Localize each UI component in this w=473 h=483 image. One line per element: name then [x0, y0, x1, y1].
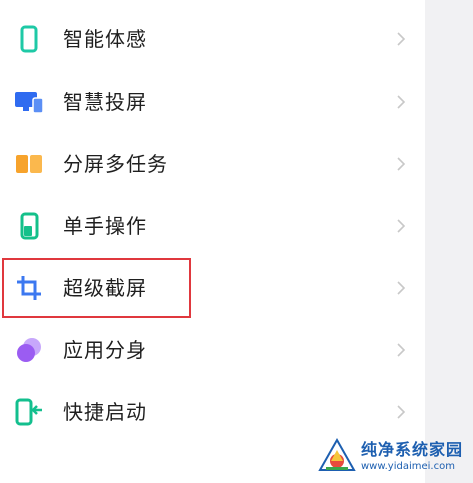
chevron-right-icon — [392, 217, 410, 235]
side-panel — [425, 0, 473, 483]
quick-launch-icon — [14, 397, 44, 427]
settings-list: 智能体感 智慧投屏 分屏多任务 单手操作 超级截屏 应用分身 快捷启动 — [0, 0, 425, 483]
setting-item-quick-launch[interactable]: 快捷启动 — [0, 381, 425, 443]
setting-item-label: 智能体感 — [63, 27, 147, 51]
split-screen-icon — [14, 149, 44, 179]
setting-item-label: 智慧投屏 — [63, 90, 147, 114]
chevron-right-icon — [392, 341, 410, 359]
highlight-box — [2, 258, 191, 318]
watermark: 纯净系统家园 www.yidaimei.com — [317, 435, 467, 479]
phone-outline-icon — [14, 24, 44, 54]
watermark-title: 纯净系统家园 — [361, 440, 464, 459]
monitor-phone-icon — [14, 87, 44, 117]
clone-circles-icon — [14, 335, 44, 365]
setting-item-app-clone[interactable]: 应用分身 — [0, 319, 425, 381]
setting-item-one-hand[interactable]: 单手操作 — [0, 195, 425, 257]
setting-item-label: 快捷启动 — [63, 400, 147, 424]
watermark-url: www.yidaimei.com — [361, 461, 455, 472]
setting-item-label: 分屏多任务 — [63, 152, 168, 176]
chevron-right-icon — [392, 93, 410, 111]
chevron-right-icon — [392, 279, 410, 297]
setting-item-split-screen[interactable]: 分屏多任务 — [0, 133, 425, 195]
one-hand-phone-icon — [14, 211, 44, 241]
chevron-right-icon — [392, 155, 410, 173]
chevron-right-icon — [392, 30, 410, 48]
setting-item-smart-motion[interactable]: 智能体感 — [0, 8, 425, 70]
watermark-logo-icon — [317, 437, 357, 477]
setting-item-label: 应用分身 — [63, 338, 147, 362]
setting-item-smart-projection[interactable]: 智慧投屏 — [0, 71, 425, 133]
setting-item-label: 单手操作 — [63, 214, 147, 238]
chevron-right-icon — [392, 403, 410, 421]
watermark-text: 纯净系统家园 www.yidaimei.com — [361, 440, 463, 474]
